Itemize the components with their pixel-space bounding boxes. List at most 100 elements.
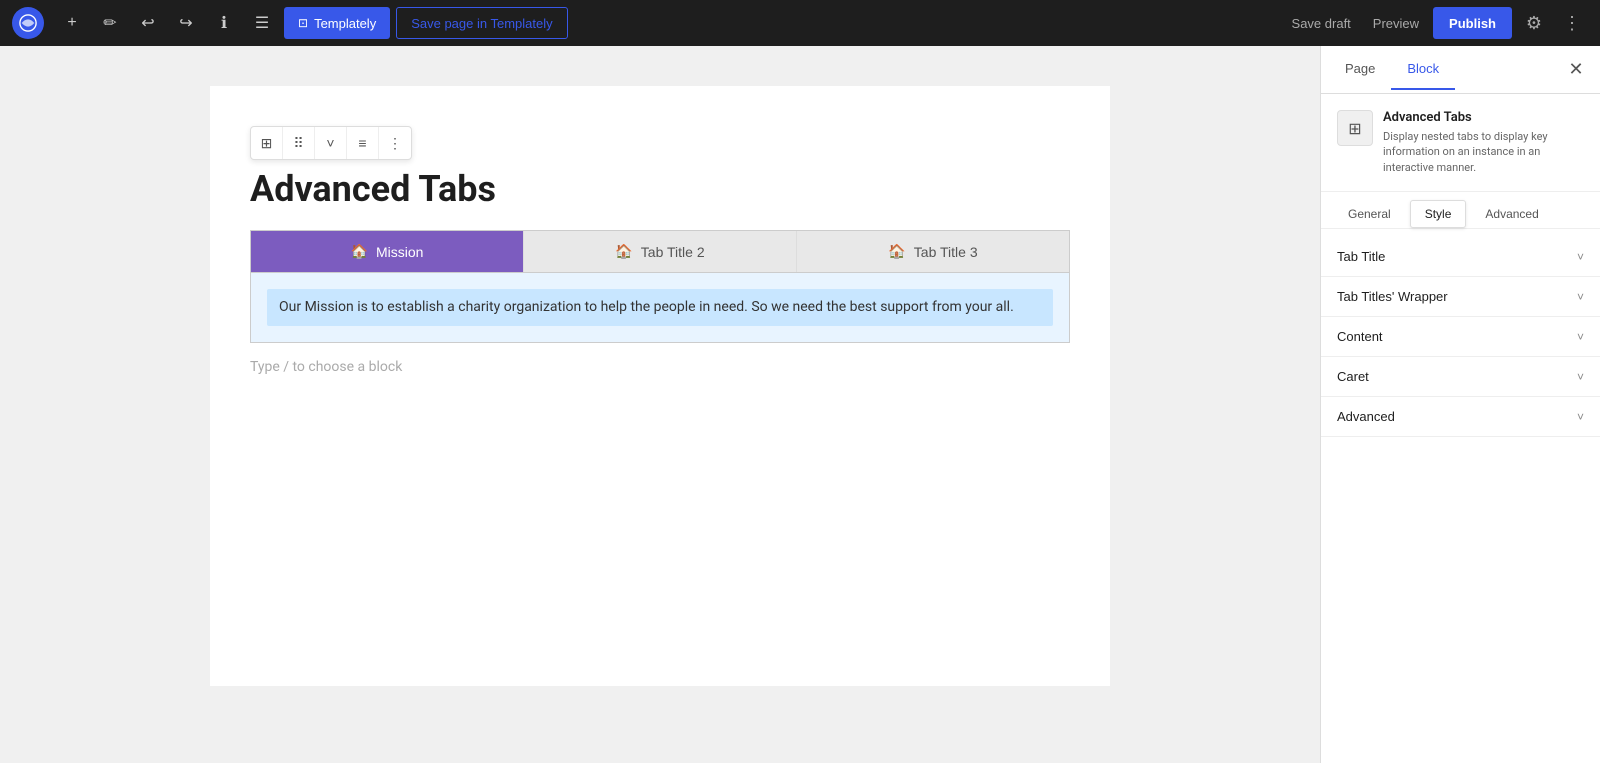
- accordion-advanced-label: Advanced: [1337, 409, 1395, 424]
- tab-2-icon: 🏠: [615, 243, 632, 260]
- save-draft-label: Save draft: [1292, 16, 1351, 31]
- more-block-options-button[interactable]: ⋮: [379, 127, 411, 159]
- close-panel-button[interactable]: ✕: [1560, 54, 1592, 86]
- accordion-tab-titles-wrapper-chevron: ˅: [1577, 290, 1584, 304]
- close-icon: ✕: [1568, 59, 1583, 80]
- advanced-tabs-block: 🏠 Mission 🏠 Tab Title 2 🏠 Tab Title 3 Ou…: [250, 230, 1070, 343]
- panel-tab-block[interactable]: Block: [1391, 49, 1455, 90]
- accordion-caret-header[interactable]: Caret ˅: [1321, 357, 1600, 396]
- more-options-icon: ⋮: [388, 135, 402, 152]
- style-subtab-advanced[interactable]: Advanced: [1470, 200, 1553, 228]
- drag-handle-button[interactable]: ⠿: [283, 127, 315, 159]
- page-title: Advanced Tabs: [250, 168, 1070, 210]
- canvas-area: ⊞ ⠿ ˅ ≡ ⋮ Advanced Tabs: [0, 46, 1320, 763]
- info-button[interactable]: ℹ: [208, 7, 240, 39]
- accordion-tab-titles-wrapper: Tab Titles' Wrapper ˅: [1321, 277, 1600, 317]
- accordion-content-label: Content: [1337, 329, 1383, 344]
- tab-1-icon: 🏠: [351, 243, 368, 260]
- style-subtab-style[interactable]: Style: [1410, 200, 1467, 228]
- tab-item-3[interactable]: 🏠 Tab Title 3: [797, 231, 1069, 272]
- panel-tab-block-label: Block: [1407, 61, 1439, 76]
- templately-button[interactable]: ⊡ Templately: [284, 7, 390, 39]
- accordion-caret-chevron: ˅: [1577, 370, 1584, 384]
- block-info-desc: Display nested tabs to display key infor…: [1383, 129, 1584, 175]
- list-icon: ☰: [255, 13, 269, 33]
- placeholder-text: Type / to choose a block: [250, 359, 402, 375]
- block-placeholder[interactable]: Type / to choose a block: [250, 343, 1070, 391]
- accordion-tab-titles-wrapper-label: Tab Titles' Wrapper: [1337, 289, 1448, 304]
- tab-1-label: Mission: [376, 244, 423, 260]
- add-icon: +: [67, 14, 76, 32]
- tab-3-label: Tab Title 3: [914, 244, 978, 260]
- tab-header: 🏠 Mission 🏠 Tab Title 2 🏠 Tab Title 3: [251, 231, 1069, 272]
- top-toolbar: + ✏ ↩ ↪ ℹ ☰ ⊡ Templately Save page in Te…: [0, 0, 1600, 46]
- tab-2-label: Tab Title 2: [641, 244, 705, 260]
- accordion-caret: Caret ˅: [1321, 357, 1600, 397]
- advanced-tabs-icon: ⊞: [1348, 119, 1361, 138]
- accordion-tab-title: Tab Title ˅: [1321, 237, 1600, 277]
- accordion-content: Content ˅: [1321, 317, 1600, 357]
- style-subtab-general[interactable]: General: [1333, 200, 1406, 228]
- tab-item-2[interactable]: 🏠 Tab Title 2: [524, 231, 797, 272]
- right-panel: Page Block ✕ ⊞ Advanced Tabs Display nes…: [1320, 46, 1600, 763]
- general-label: General: [1348, 207, 1391, 221]
- undo-icon: ↩: [141, 13, 154, 33]
- align-icon: ≡: [358, 135, 366, 151]
- tab-content-body: Our Mission is to establish a charity or…: [279, 299, 1014, 315]
- panel-tab-page-label: Page: [1345, 61, 1375, 76]
- tab-3-icon: 🏠: [888, 243, 905, 260]
- tab-item-1[interactable]: 🏠 Mission: [251, 231, 524, 272]
- accordion-list: Tab Title ˅ Tab Titles' Wrapper ˅ Conten…: [1321, 237, 1600, 437]
- save-page-label: Save page in Templately: [411, 16, 552, 31]
- preview-label: Preview: [1373, 16, 1419, 31]
- edit-icon: ✏: [103, 13, 116, 33]
- block-icon: ⊞: [1337, 110, 1373, 146]
- redo-button[interactable]: ↪: [170, 7, 202, 39]
- accordion-tab-titles-wrapper-header[interactable]: Tab Titles' Wrapper ˅: [1321, 277, 1600, 316]
- accordion-tab-title-header[interactable]: Tab Title ˅: [1321, 237, 1600, 276]
- page-content: ⊞ ⠿ ˅ ≡ ⋮ Advanced Tabs: [210, 86, 1110, 686]
- accordion-advanced: Advanced ˅: [1321, 397, 1600, 437]
- advanced-label: Advanced: [1485, 207, 1538, 221]
- block-type-button[interactable]: ⊞: [251, 127, 283, 159]
- add-block-button[interactable]: +: [56, 7, 88, 39]
- wp-logo[interactable]: [12, 7, 44, 39]
- accordion-content-chevron: ˅: [1577, 330, 1584, 344]
- publish-button[interactable]: Publish: [1433, 7, 1512, 39]
- block-info-title: Advanced Tabs: [1383, 110, 1584, 125]
- grid-icon: ⊞: [261, 135, 273, 152]
- settings-button[interactable]: ⚙: [1518, 7, 1550, 39]
- undo-button[interactable]: ↩: [132, 7, 164, 39]
- list-view-button[interactable]: ☰: [246, 7, 278, 39]
- move-up-down-button[interactable]: ˅: [315, 127, 347, 159]
- publish-label: Publish: [1449, 16, 1496, 31]
- style-subtabs: General Style Advanced: [1321, 200, 1600, 229]
- accordion-content-header[interactable]: Content ˅: [1321, 317, 1600, 356]
- accordion-tab-title-label: Tab Title: [1337, 249, 1385, 264]
- tab-content-text: Our Mission is to establish a charity or…: [267, 289, 1053, 326]
- main-layout: ⊞ ⠿ ˅ ≡ ⋮ Advanced Tabs: [0, 46, 1600, 763]
- more-icon: ⋮: [1563, 13, 1581, 34]
- wp-logo-icon: [19, 14, 37, 32]
- redo-icon: ↪: [179, 13, 192, 33]
- style-subtabs-wrapper: General Style Advanced: [1321, 192, 1600, 237]
- info-icon: ℹ: [221, 13, 227, 33]
- accordion-advanced-header[interactable]: Advanced ˅: [1321, 397, 1600, 436]
- align-button[interactable]: ≡: [347, 127, 379, 159]
- panel-tabs: Page Block ✕: [1321, 46, 1600, 94]
- preview-button[interactable]: Preview: [1365, 16, 1427, 31]
- accordion-advanced-chevron: ˅: [1577, 410, 1584, 424]
- save-draft-button[interactable]: Save draft: [1284, 16, 1359, 31]
- save-page-button[interactable]: Save page in Templately: [396, 7, 567, 39]
- templately-label: Templately: [314, 16, 376, 31]
- settings-icon: ⚙: [1526, 13, 1542, 34]
- chevron-icon: ˅: [326, 135, 334, 151]
- style-label: Style: [1425, 207, 1452, 221]
- tab-content-area: Our Mission is to establish a charity or…: [251, 272, 1069, 342]
- block-info-text: Advanced Tabs Display nested tabs to dis…: [1383, 110, 1584, 175]
- edit-button[interactable]: ✏: [94, 7, 126, 39]
- more-options-button[interactable]: ⋮: [1556, 7, 1588, 39]
- block-toolbar: ⊞ ⠿ ˅ ≡ ⋮: [250, 126, 412, 160]
- templately-icon: ⊡: [298, 16, 308, 30]
- panel-tab-page[interactable]: Page: [1329, 49, 1391, 90]
